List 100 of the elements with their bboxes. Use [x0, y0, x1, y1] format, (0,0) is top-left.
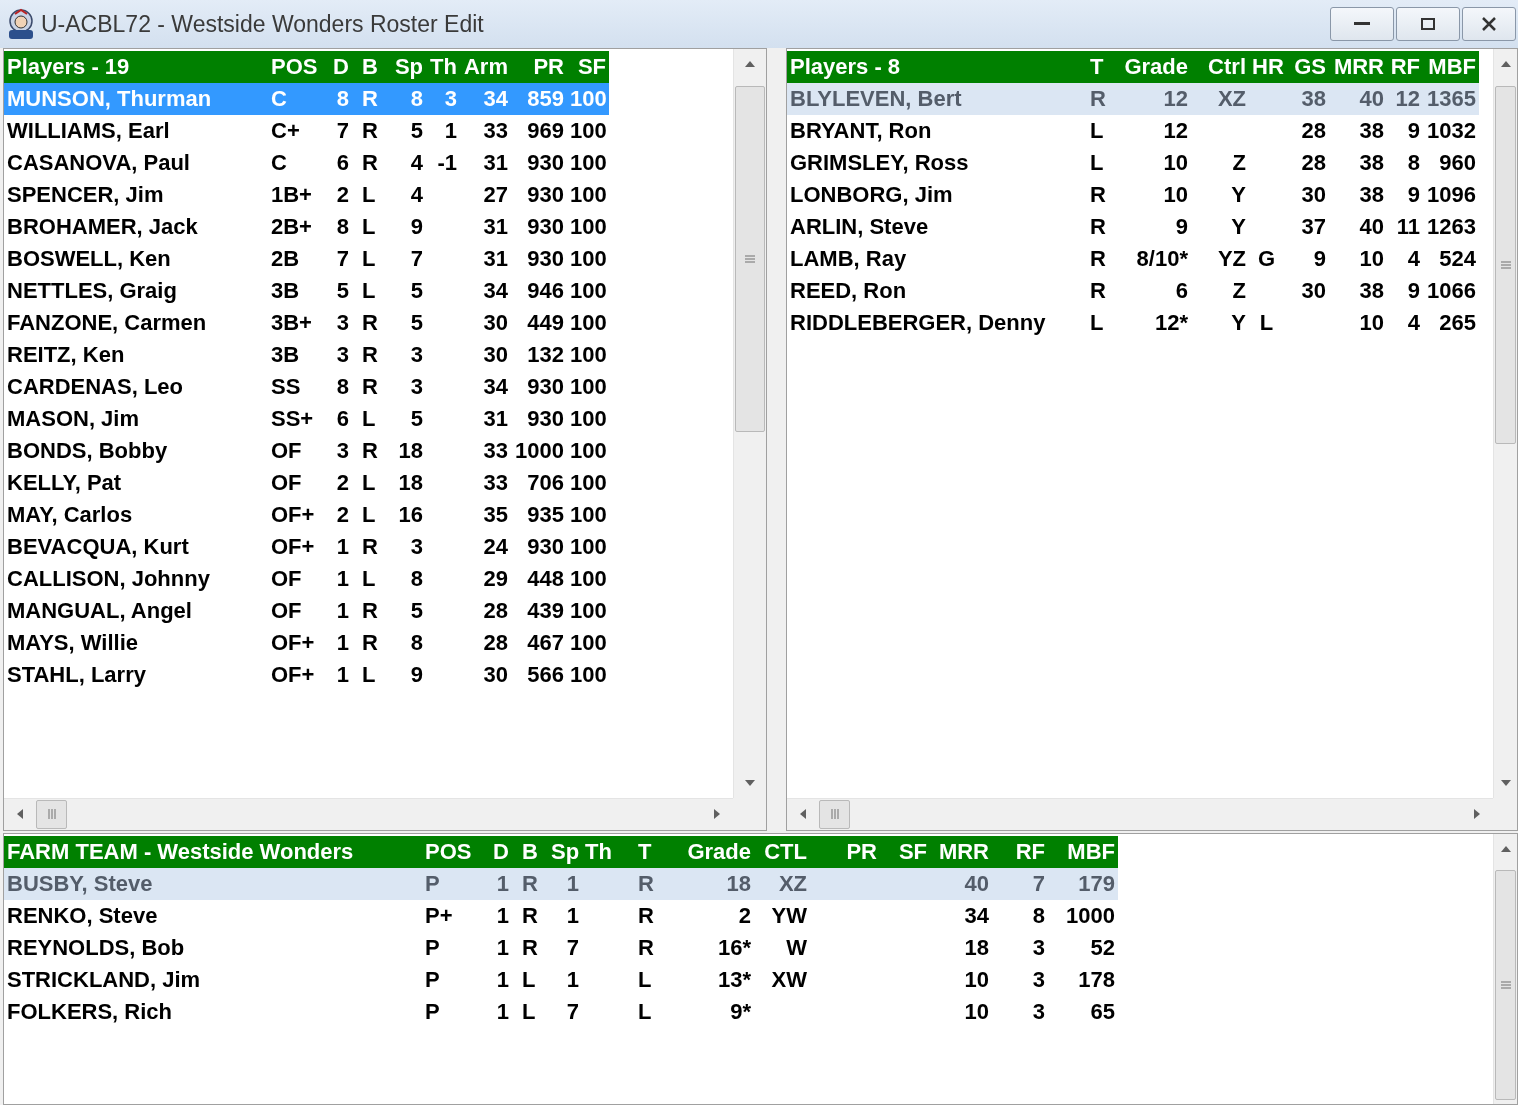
- horizontal-scrollbar[interactable]: [787, 797, 1493, 830]
- column-header[interactable]: D: [493, 838, 509, 864]
- column-header[interactable]: T: [1090, 54, 1104, 79]
- scroll-thumb[interactable]: [1495, 86, 1516, 444]
- column-header[interactable]: Grade: [1124, 54, 1188, 79]
- scroll-thumb[interactable]: [819, 799, 850, 829]
- table-row[interactable]: MAYS, Willie OF+ 1 R 8 28 467 100: [4, 627, 609, 659]
- table-row[interactable]: BONDS, Bobby OF 3 R 18 33 1000 100: [4, 435, 609, 467]
- table-row[interactable]: REED, Ron R 6 Z 30 38 9 1066: [787, 275, 1479, 307]
- column-header[interactable]: MRR: [938, 838, 989, 864]
- horizontal-scrollbar[interactable]: [4, 797, 733, 830]
- column-header[interactable]: RF: [1390, 54, 1420, 79]
- close-button[interactable]: [1462, 7, 1516, 41]
- table-row[interactable]: BOSWELL, Ken 2B 7 L 7 31 930 100: [4, 243, 609, 275]
- player-name: MAY, Carlos: [7, 502, 133, 527]
- scroll-up-icon[interactable]: [744, 60, 756, 68]
- table-row[interactable]: NETTLES, Graig 3B 5 L 5 34 946 100: [4, 275, 609, 307]
- player-name: RENKO, Steve: [7, 902, 158, 928]
- scroll-down-icon[interactable]: [744, 778, 756, 787]
- table-row[interactable]: CASANOVA, Paul C 6 R 4 -1 31 930 100: [4, 147, 609, 179]
- table-row[interactable]: ARLIN, Steve R 9 Y 37 40 11 1263: [787, 211, 1479, 243]
- table-cell: 100: [570, 86, 607, 111]
- column-header[interactable]: PR: [533, 54, 564, 79]
- scroll-up-icon[interactable]: [1499, 60, 1512, 68]
- table-row[interactable]: MANGUAL, Angel OF 1 R 5 28 439 100: [4, 595, 609, 627]
- table-row[interactable]: FANZONE, Carmen 3B+ 3 R 5 30 449 100: [4, 307, 609, 339]
- table-row[interactable]: BUSBY, Steve P 1 R 1 R 18 XZ 40 7 179: [4, 867, 1118, 900]
- table-row[interactable]: MASON, Jim SS+ 6 L 5 31 930 100: [4, 403, 609, 435]
- column-header[interactable]: T: [638, 838, 652, 864]
- table-row[interactable]: FOLKERS, Rich P 1 L 7 L 9* 10 3 65: [4, 995, 1118, 1028]
- table-cell: XZ: [1217, 86, 1246, 111]
- table-cell: P: [425, 870, 440, 896]
- table-row[interactable]: LONBORG, Jim R 10 Y 30 38 9 1096: [787, 179, 1479, 211]
- column-header[interactable]: Th: [585, 838, 612, 864]
- scroll-right-icon[interactable]: [713, 808, 721, 820]
- table-row[interactable]: MAY, Carlos OF+ 2 L 16 35 935 100: [4, 499, 609, 531]
- column-header[interactable]: Sp: [551, 838, 580, 864]
- scroll-right-icon[interactable]: [1473, 808, 1481, 820]
- column-header[interactable]: MBF: [1428, 54, 1476, 79]
- table-row[interactable]: BRYANT, Ron L 12 28 38 9 1032: [787, 115, 1479, 147]
- column-header[interactable]: GS: [1294, 54, 1326, 79]
- table-row[interactable]: CALLISON, Johnny OF 1 L 8 29 448 100: [4, 563, 609, 595]
- table-cell: OF: [271, 438, 302, 463]
- table-row[interactable]: SPENCER, Jim 1B+ 2 L 4 27 930 100: [4, 179, 609, 211]
- table-cell: 10: [1359, 246, 1384, 271]
- column-header[interactable]: D: [333, 54, 349, 79]
- table-row[interactable]: LAMB, Ray R 8/10* YZ G 9 10 4 524: [787, 243, 1479, 275]
- column-header[interactable]: HR: [1252, 54, 1284, 79]
- scroll-left-icon[interactable]: [799, 808, 807, 820]
- table-row[interactable]: WILLIAMS, Earl C+ 7 R 5 1 33 969 100: [4, 115, 609, 147]
- vertical-scrollbar[interactable]: [1493, 49, 1517, 798]
- vertical-scrollbar[interactable]: [1493, 833, 1517, 1104]
- scroll-thumb[interactable]: [36, 799, 67, 829]
- table-cell: 33: [483, 438, 508, 463]
- scroll-thumb[interactable]: [735, 86, 765, 432]
- table-row[interactable]: GRIMSLEY, Ross L 10 Z 28 38 8 960: [787, 147, 1479, 179]
- column-header[interactable]: B: [362, 54, 378, 79]
- scroll-thumb[interactable]: [1495, 869, 1516, 1100]
- column-header[interactable]: SF: [577, 54, 606, 79]
- column-header[interactable]: Arm: [464, 54, 508, 79]
- column-header[interactable]: CTL: [764, 838, 807, 864]
- table-cell: 40: [1359, 86, 1384, 111]
- table-row[interactable]: STRICKLAND, Jim P 1 L 1 L 13* XW 10 3 178: [4, 963, 1118, 996]
- column-header[interactable]: SF: [898, 838, 927, 864]
- column-header[interactable]: FARM TEAM - Westside Wonders: [7, 838, 354, 864]
- column-header[interactable]: Sp: [394, 54, 423, 79]
- table-row[interactable]: RENKO, Steve P+ 1 R 1 R 2 YW 34 8 1000: [4, 899, 1118, 932]
- column-header[interactable]: Ctrl: [1208, 54, 1246, 79]
- column-header[interactable]: Players - 19: [7, 54, 130, 79]
- table-row[interactable]: RIDDLEBERGER, Denny L 12* Y L 10 4 265: [787, 307, 1479, 339]
- vertical-scrollbar[interactable]: [733, 49, 766, 798]
- table-row[interactable]: STAHL, Larry OF+ 1 L 9 30 566 100: [4, 659, 609, 691]
- table-row[interactable]: BEVACQUA, Kurt OF+ 1 R 3 24 930 100: [4, 531, 609, 563]
- column-header[interactable]: MRR: [1333, 54, 1384, 79]
- table-cell: 9: [1407, 182, 1420, 207]
- scroll-up-icon[interactable]: [1499, 844, 1512, 853]
- column-header[interactable]: PR: [846, 838, 877, 864]
- table-cell: 100: [570, 406, 607, 431]
- table-row[interactable]: KELLY, Pat OF 2 L 18 33 706 100: [4, 467, 609, 499]
- column-header[interactable]: Th: [430, 54, 457, 79]
- scroll-down-icon[interactable]: [1499, 778, 1512, 787]
- column-header[interactable]: Players - 8: [790, 54, 901, 79]
- maximize-button[interactable]: [1396, 7, 1460, 41]
- table-row[interactable]: CARDENAS, Leo SS 8 R 3 34 930 100: [4, 371, 609, 403]
- column-header[interactable]: Grade: [687, 838, 751, 864]
- table-row[interactable]: REYNOLDS, Bob P 1 R 7 R 16* W 18 3 52: [4, 931, 1118, 964]
- table-row[interactable]: REITZ, Ken 3B 3 R 3 30 132 100: [4, 339, 609, 371]
- table-row[interactable]: MUNSON, Thurman C 8 R 8 3 34 859 100: [4, 83, 609, 115]
- table-row[interactable]: BLYLEVEN, Bert R 12 XZ 38 40 12 1365: [787, 83, 1479, 115]
- column-header[interactable]: B: [522, 838, 538, 864]
- scroll-left-icon[interactable]: [16, 808, 24, 820]
- column-header[interactable]: POS: [271, 54, 318, 79]
- table-cell: 1096: [1427, 182, 1476, 207]
- table-row[interactable]: BROHAMER, Jack 2B+ 8 L 9 31 930 100: [4, 211, 609, 243]
- column-header[interactable]: RF: [1015, 838, 1045, 864]
- column-header[interactable]: POS: [425, 838, 472, 864]
- column-header[interactable]: MBF: [1067, 838, 1115, 864]
- minimize-button[interactable]: [1330, 7, 1394, 41]
- table-cell: 1: [496, 870, 509, 896]
- table-cell: SS: [271, 374, 301, 399]
